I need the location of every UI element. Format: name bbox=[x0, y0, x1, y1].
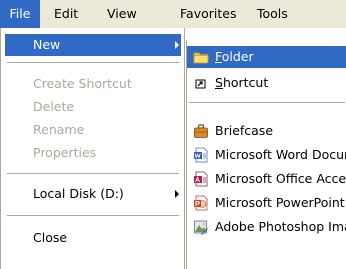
folder-icon bbox=[193, 52, 209, 64]
menu-edit[interactable]: Edit bbox=[54, 0, 78, 28]
menu-item-local-disk-label: Local Disk (D:) bbox=[33, 186, 124, 201]
menu-view[interactable]: View bbox=[107, 0, 137, 28]
submenu-item-powerpoint-label: Microsoft PowerPoint Presentation bbox=[215, 195, 346, 210]
new-submenu: Folder Shortcut Briefcase Microsoft Word… bbox=[186, 40, 346, 269]
submenu-item-briefcase-label: Briefcase bbox=[215, 123, 274, 138]
menu-item-close[interactable]: Close bbox=[5, 227, 181, 249]
menu-item-close-label: Close bbox=[33, 230, 68, 245]
menu-item-rename-label: Rename bbox=[33, 122, 85, 137]
menu-item-create-shortcut-label: Create Shortcut bbox=[33, 76, 132, 91]
menu-tools[interactable]: Tools bbox=[257, 0, 288, 28]
submenu-item-folder-label: Folder bbox=[215, 49, 254, 64]
word-document-icon bbox=[194, 147, 208, 163]
submenu-item-photoshop[interactable]: Adobe Photoshop Image bbox=[187, 216, 346, 238]
submenu-item-word-document-label: Microsoft Word Document bbox=[215, 147, 346, 162]
menu-item-delete[interactable]: Delete bbox=[5, 96, 181, 118]
menu-favorites[interactable]: Favorites bbox=[180, 0, 236, 28]
submenu-item-folder[interactable]: Folder bbox=[187, 46, 346, 68]
submenu-arrow-icon bbox=[175, 41, 179, 49]
menu-item-properties-label: Properties bbox=[33, 145, 97, 160]
submenu-item-shortcut[interactable]: Shortcut bbox=[187, 72, 346, 94]
menu-item-rename[interactable]: Rename bbox=[5, 119, 181, 141]
submenu-item-photoshop-label: Adobe Photoshop Image bbox=[215, 219, 346, 234]
powerpoint-icon bbox=[194, 195, 208, 211]
submenu-arrow-icon bbox=[175, 190, 179, 198]
menu-separator bbox=[7, 215, 179, 216]
access-document-icon bbox=[194, 171, 208, 187]
submenu-item-word-document[interactable]: Microsoft Word Document bbox=[187, 144, 346, 166]
photoshop-image-icon bbox=[194, 220, 208, 235]
briefcase-icon bbox=[194, 124, 208, 138]
menu-item-new-label: New bbox=[33, 37, 61, 52]
submenu-item-briefcase[interactable]: Briefcase bbox=[187, 120, 346, 142]
submenu-item-shortcut-label: Shortcut bbox=[215, 75, 269, 90]
file-menu: New Create Shortcut Delete Rename Proper… bbox=[0, 28, 185, 269]
menu-item-create-shortcut[interactable]: Create Shortcut bbox=[5, 73, 181, 95]
menu-item-properties[interactable]: Properties bbox=[5, 142, 181, 164]
shortcut-icon bbox=[195, 79, 206, 89]
submenu-separator bbox=[189, 102, 345, 103]
menu-bar: File Edit View Favorites Tools bbox=[0, 0, 346, 28]
menu-item-delete-label: Delete bbox=[33, 99, 75, 114]
menu-item-new[interactable]: New bbox=[5, 34, 181, 56]
menu-separator bbox=[7, 173, 179, 174]
submenu-item-office-file[interactable]: Microsoft Office Access Application bbox=[187, 168, 346, 190]
menu-separator bbox=[7, 62, 179, 63]
menu-item-local-disk[interactable]: Local Disk (D:) bbox=[5, 183, 181, 205]
submenu-item-office-file-label: Microsoft Office Access Application bbox=[215, 171, 346, 186]
menu-file[interactable]: File bbox=[0, 0, 40, 28]
submenu-item-powerpoint[interactable]: Microsoft PowerPoint Presentation bbox=[187, 192, 346, 214]
